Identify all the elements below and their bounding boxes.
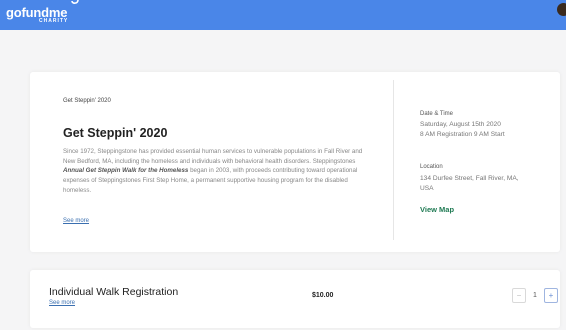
location-address: 134 Durfee Street, Fall River, MA, <box>420 175 519 182</box>
user-avatar[interactable] <box>557 3 566 16</box>
event-details-card: Get Steppin' 2020 Get Steppin' 2020 Sinc… <box>30 72 560 252</box>
event-see-more-link[interactable]: See more <box>63 218 89 224</box>
location-country: USA <box>420 185 434 192</box>
quantity-value[interactable]: 1 <box>526 288 544 303</box>
increase-quantity-button[interactable]: + <box>544 288 558 303</box>
breadcrumb: Get Steppin' 2020 <box>63 98 111 104</box>
location-label: Location <box>420 164 443 170</box>
date-time-label: Date & Time <box>420 111 454 117</box>
event-date: Saturday, August 15th 2020 <box>420 121 501 128</box>
description-emphasis: Annual Get Steppin Walk for the Homeless <box>63 167 189 175</box>
logo-subtitle: CHARITY <box>39 18 69 24</box>
top-navigation-bar: gofundme CHARITY <box>0 0 566 30</box>
ticket-row-card: Individual Walk Registration See more $1… <box>30 270 560 328</box>
column-divider <box>393 80 394 240</box>
quantity-stepper: − 1 + <box>512 288 558 303</box>
ticket-see-more-link[interactable]: See more <box>49 300 75 306</box>
decrease-quantity-button[interactable]: − <box>512 288 526 303</box>
description-fade-overlay <box>63 190 373 202</box>
event-time: 8 AM Registration 9 AM Start <box>420 131 505 138</box>
description-text: Since 1972, Steppingstone has provided e… <box>63 148 363 165</box>
gofundme-charity-logo[interactable]: gofundme CHARITY <box>6 0 96 30</box>
view-map-link[interactable]: View Map <box>420 205 454 214</box>
ticket-title: Individual Walk Registration <box>49 286 179 298</box>
ticket-price: $10.00 <box>312 292 334 299</box>
event-title: Get Steppin' 2020 <box>63 126 168 140</box>
logo-mark-icon <box>68 0 79 4</box>
